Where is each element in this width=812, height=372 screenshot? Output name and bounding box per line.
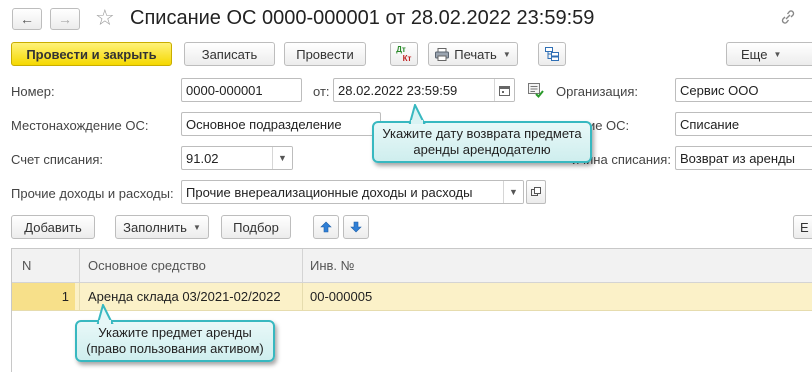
other-income-value: Прочие внереализационные доходы и расход… <box>186 184 473 200</box>
location-label: Местонахождение ОС: <box>11 118 149 133</box>
forward-button[interactable]: → <box>50 8 80 30</box>
checklist-icon[interactable] <box>528 83 544 98</box>
chevron-down-icon: ▼ <box>773 49 782 59</box>
link-icon[interactable] <box>780 9 796 25</box>
more-button[interactable]: Еще ▼ <box>726 42 812 66</box>
pick-button[interactable]: Подбор <box>221 215 291 239</box>
more-label: Еще <box>741 46 768 62</box>
back-arrow-icon: ← <box>20 11 34 27</box>
page-title: Списание ОС 0000-000001 от 28.02.2022 23… <box>130 7 595 29</box>
fill-label: Заполнить <box>123 219 187 235</box>
chevron-down-icon: ▼ <box>192 222 201 232</box>
add-button[interactable]: Добавить <box>11 215 95 239</box>
arrow-up-icon <box>320 221 332 233</box>
date-field[interactable]: 28.02.2022 23:59:59 <box>333 78 515 102</box>
asset-hint-line2: (право пользования активом) <box>86 341 264 356</box>
row-divider <box>79 283 80 310</box>
date-value: 28.02.2022 23:59:59 <box>338 82 458 98</box>
table-more-label: Е <box>800 219 809 235</box>
number-label: Номер: <box>11 84 55 99</box>
post-button[interactable]: Провести <box>284 42 366 66</box>
open-button[interactable] <box>526 180 546 204</box>
reason-field[interactable]: Возврат из аренды <box>675 146 812 170</box>
print-button[interactable]: Печать ▼ <box>428 42 518 66</box>
forward-arrow-icon: → <box>58 11 72 27</box>
table-row[interactable]: 1 Аренда склада 03/2021-02/2022 00-00000… <box>12 283 812 311</box>
location-field[interactable]: Основное подразделение <box>181 112 381 136</box>
other-income-label: Прочие доходы и расходы: <box>11 186 174 201</box>
row-asset[interactable]: Аренда склада 03/2021-02/2022 <box>88 289 281 304</box>
post-and-close-button[interactable]: Провести и закрыть <box>11 42 172 66</box>
favorite-star-icon[interactable]: ☆ <box>95 5 115 31</box>
move-down-button[interactable] <box>343 215 369 239</box>
kt-label: Кт <box>402 54 412 63</box>
fill-button[interactable]: Заполнить ▼ <box>115 215 209 239</box>
row-inv[interactable]: 00-000005 <box>310 289 372 304</box>
organization-label: Организация: <box>556 84 639 99</box>
dt-label: Дт <box>396 45 406 54</box>
other-income-field[interactable]: Прочие внереализационные доходы и расход… <box>181 180 524 204</box>
date-hint-pointer <box>407 104 427 124</box>
column-divider <box>79 249 80 283</box>
back-button[interactable]: ← <box>12 8 42 30</box>
arrow-down-icon <box>350 221 362 233</box>
row-number-cell[interactable]: 1 <box>12 283 75 310</box>
asset-hint-tooltip: Укажите предмет аренды (право пользовани… <box>75 320 275 362</box>
account-value: 91.02 <box>186 150 219 166</box>
organization-field[interactable]: Сервис ООО <box>675 78 812 102</box>
structure-icon <box>545 47 559 61</box>
chevron-down-icon: ▼ <box>502 49 511 59</box>
number-field[interactable]: 0000-000001 <box>181 78 302 102</box>
column-header-inv[interactable]: Инв. № <box>310 258 355 273</box>
print-label: Печать <box>454 46 497 62</box>
other-income-dropdown-button[interactable]: ▼ <box>503 181 523 203</box>
account-field[interactable]: 91.02 ▼ <box>181 146 293 170</box>
account-dropdown-button[interactable]: ▼ <box>272 147 292 169</box>
date-hint-tooltip: Укажите дату возврата предмета аренды ар… <box>372 121 592 163</box>
row-number: 1 <box>61 289 69 304</box>
structure-button[interactable] <box>538 42 566 66</box>
date-hint-line2: аренды арендодателю <box>413 142 551 157</box>
table-header: N Основное средство Инв. № <box>12 249 812 283</box>
column-divider <box>302 249 303 283</box>
column-header-n[interactable]: N <box>22 258 31 273</box>
date-label: от: <box>313 84 330 99</box>
printer-icon <box>435 47 450 61</box>
save-button[interactable]: Записать <box>184 42 275 66</box>
open-icon <box>531 187 541 197</box>
asset-hint-pointer <box>95 304 115 324</box>
row-divider <box>302 283 303 310</box>
event-field[interactable]: Списание <box>675 112 812 136</box>
table-more-button[interactable]: Е <box>793 215 812 239</box>
column-header-asset[interactable]: Основное средство <box>88 258 206 273</box>
chevron-down-icon: ▼ <box>509 187 518 197</box>
calendar-icon <box>499 85 510 96</box>
date-hint-line1: Укажите дату возврата предмета <box>382 126 582 141</box>
asset-hint-line1: Укажите предмет аренды <box>98 325 252 340</box>
chevron-down-icon: ▼ <box>278 153 287 163</box>
dt-kt-button[interactable]: Дт Кт <box>390 42 418 66</box>
move-up-button[interactable] <box>313 215 339 239</box>
calendar-button[interactable] <box>494 79 514 101</box>
account-label: Счет списания: <box>11 152 104 167</box>
